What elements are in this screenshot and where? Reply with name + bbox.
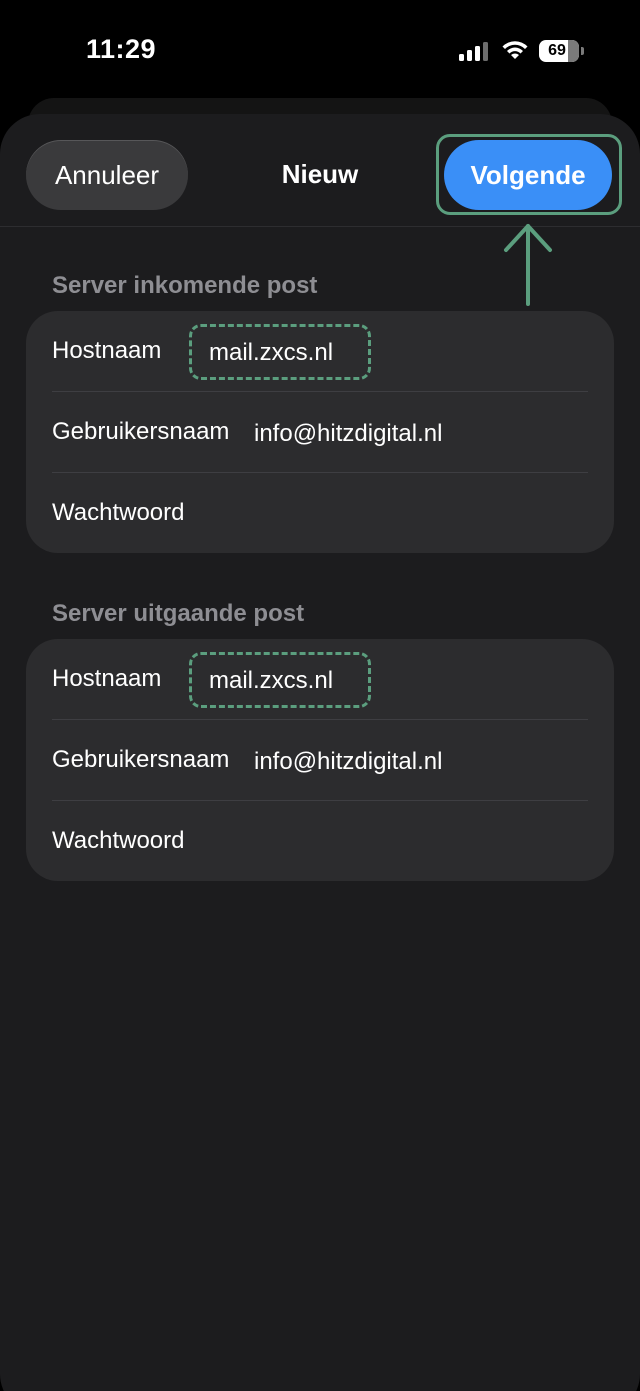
arrow-up-icon (504, 224, 552, 306)
outgoing-hostname-row[interactable]: Hostnaam mail.zxcs.nl (26, 639, 614, 720)
cancel-button[interactable]: Annuleer (26, 140, 188, 210)
password-label: Wachtwoord (52, 827, 185, 854)
battery-icon: 69 (539, 40, 579, 62)
hostname-label: Hostnaam (52, 665, 162, 692)
battery-nub (581, 47, 584, 55)
new-account-sheet: Annuleer Nieuw Volgende Server inkomende… (0, 114, 640, 1391)
password-label: Wachtwoord (52, 499, 185, 526)
incoming-hostname-field[interactable]: mail.zxcs.nl (209, 339, 333, 367)
battery-level: 69 (548, 42, 566, 59)
nav-bar: Annuleer Nieuw Volgende (0, 114, 640, 227)
incoming-username-row[interactable]: Gebruikersnaam info@hitzdigital.nl (26, 392, 614, 473)
outgoing-server-group: Hostnaam mail.zxcs.nl Gebruikersnaam inf… (26, 639, 614, 881)
screen: 11:29 69 Annuleer Nieuw Volgende Server … (0, 0, 640, 1391)
username-label: Gebruikersnaam (52, 418, 230, 445)
wifi-icon (502, 41, 528, 59)
username-label: Gebruikersnaam (52, 746, 230, 773)
page-title: Nieuw (281, 159, 359, 189)
next-button[interactable]: Volgende (444, 140, 612, 210)
incoming-hostname-row[interactable]: Hostnaam mail.zxcs.nl (26, 311, 614, 392)
outgoing-hostname-field[interactable]: mail.zxcs.nl (209, 667, 333, 695)
incoming-username-field[interactable]: info@hitzdigital.nl (254, 420, 442, 448)
incoming-password-row[interactable]: Wachtwoord (26, 473, 614, 553)
incoming-server-header: Server inkomende post (52, 272, 318, 299)
status-time: 11:29 (86, 34, 157, 64)
outgoing-username-row[interactable]: Gebruikersnaam info@hitzdigital.nl (26, 720, 614, 801)
outgoing-password-row[interactable]: Wachtwoord (26, 801, 614, 881)
cellular-signal-icon (459, 42, 488, 61)
incoming-server-group: Hostnaam mail.zxcs.nl Gebruikersnaam inf… (26, 311, 614, 553)
outgoing-server-header: Server uitgaande post (52, 600, 305, 627)
status-bar: 11:29 69 (0, 0, 640, 100)
hostname-label: Hostnaam (52, 337, 162, 364)
outgoing-username-field[interactable]: info@hitzdigital.nl (254, 748, 442, 776)
